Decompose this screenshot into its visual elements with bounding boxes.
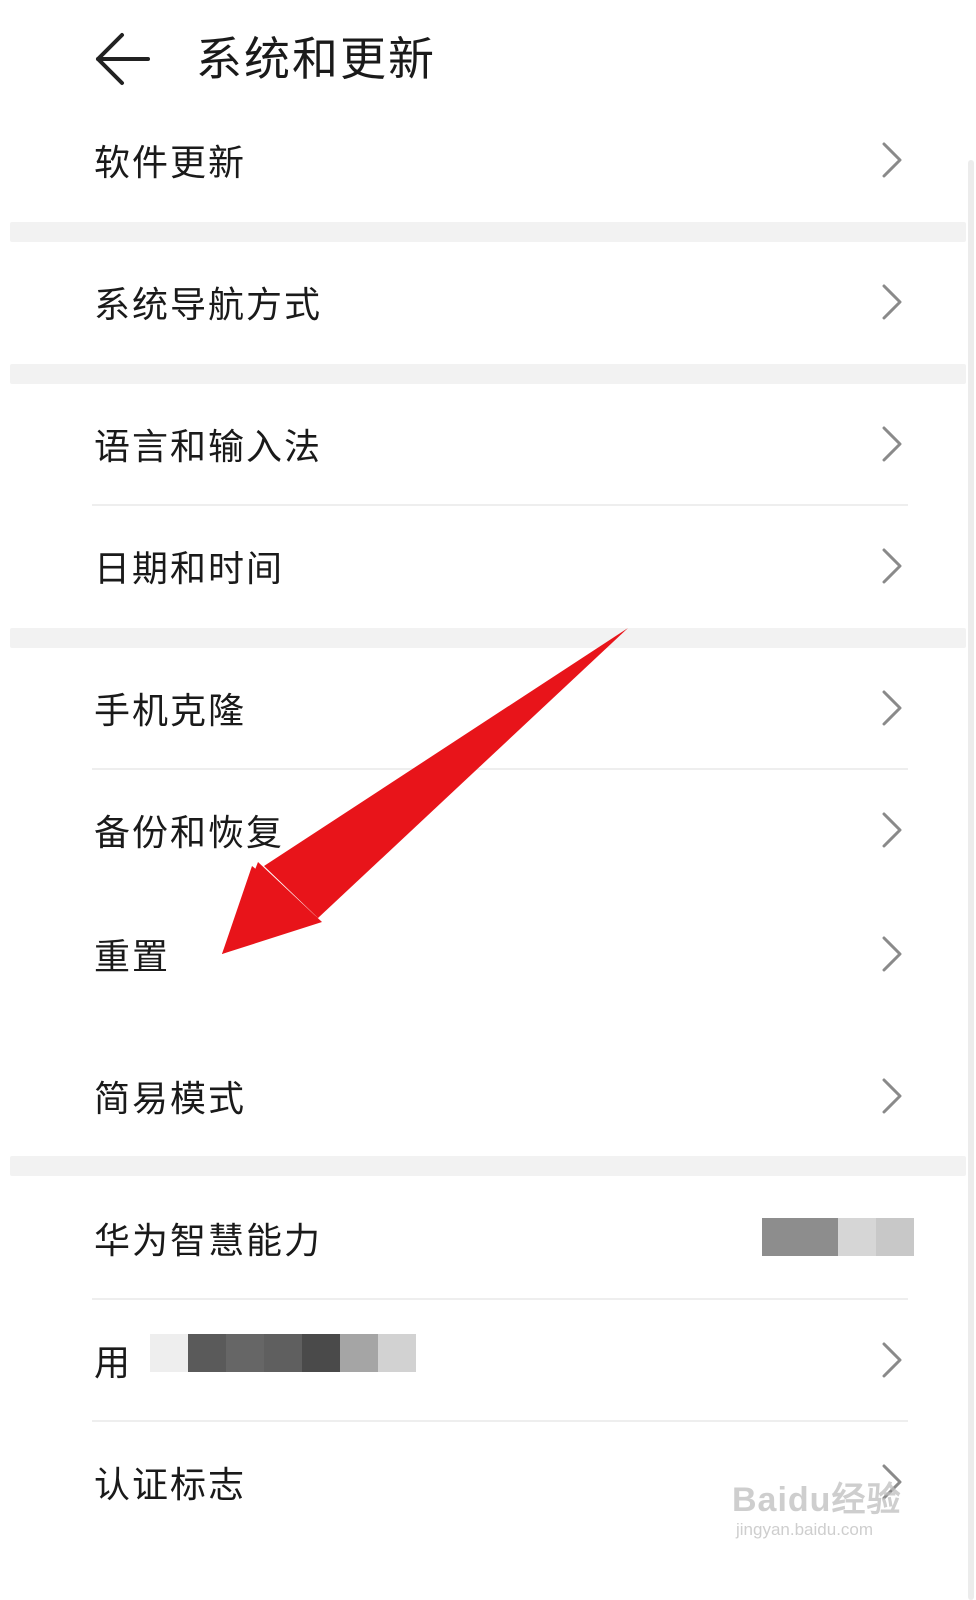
list-item-reset[interactable]: 重置 xyxy=(0,904,940,1004)
watermark-url: jingyan.baidu.com xyxy=(736,1520,874,1539)
chevron-right-icon xyxy=(882,548,902,584)
list-item-huawei-smart[interactable]: 华为智慧能力 xyxy=(0,1188,940,1288)
list-item-language-input[interactable]: 语言和输入法 xyxy=(0,394,940,494)
list-item-phone-clone[interactable]: 手机克隆 xyxy=(0,658,940,758)
list-item-backup-restore[interactable]: 备份和恢复 xyxy=(0,780,940,880)
page-title: 系统和更新 xyxy=(196,32,436,86)
chevron-right-icon xyxy=(882,690,902,726)
list-item-system-navigation[interactable]: 系统导航方式 xyxy=(0,252,940,352)
chevron-right-icon xyxy=(882,142,902,178)
list-item-label: 软件更新 xyxy=(94,143,247,184)
list-item-label: 用 xyxy=(94,1343,133,1384)
group-separator xyxy=(10,364,966,384)
back-button[interactable] xyxy=(92,28,154,90)
list-item-label: 系统导航方式 xyxy=(94,285,323,326)
chevron-right-icon xyxy=(882,426,902,462)
list-item-label: 手机克隆 xyxy=(94,691,247,732)
list-item-blurred[interactable]: 用 xyxy=(0,1310,940,1410)
blurred-text xyxy=(150,1334,420,1372)
divider xyxy=(92,1298,908,1300)
chevron-right-icon xyxy=(882,1078,902,1114)
chevron-right-icon xyxy=(882,284,902,320)
list-item-label: 简易模式 xyxy=(94,1079,247,1120)
divider xyxy=(92,504,908,506)
blurred-toggle[interactable] xyxy=(762,1218,914,1256)
baidu-watermark: Baidu经验 jingyan.baidu.com xyxy=(732,1468,912,1548)
group-separator xyxy=(10,1156,966,1176)
list-item-label: 重置 xyxy=(94,937,171,978)
list-item-software-update[interactable]: 软件更新 xyxy=(0,110,940,210)
chevron-right-icon xyxy=(882,812,902,848)
list-item-simple-mode[interactable]: 简易模式 xyxy=(0,1046,940,1146)
list-item-label: 认证标志 xyxy=(94,1465,247,1506)
list-item-label: 备份和恢复 xyxy=(94,813,285,854)
list-item-label: 语言和输入法 xyxy=(94,427,323,468)
watermark-logo: Baidu经验 xyxy=(732,1481,902,1519)
group-separator xyxy=(10,628,966,648)
settings-page: 系统和更新 软件更新 系统导航方式 语言和输入法 日期和时间 手机克隆 备份和恢… xyxy=(0,0,976,1600)
arrow-left-icon xyxy=(96,33,150,85)
group-separator xyxy=(10,222,966,242)
scrollbar[interactable] xyxy=(968,160,974,1600)
divider xyxy=(92,768,908,770)
list-item-label: 华为智慧能力 xyxy=(94,1221,323,1262)
chevron-right-icon xyxy=(882,1342,902,1378)
list-item-date-time[interactable]: 日期和时间 xyxy=(0,516,940,616)
divider xyxy=(92,1420,908,1422)
chevron-right-icon xyxy=(882,936,902,972)
header: 系统和更新 xyxy=(0,0,976,120)
list-item-label: 日期和时间 xyxy=(94,549,285,590)
